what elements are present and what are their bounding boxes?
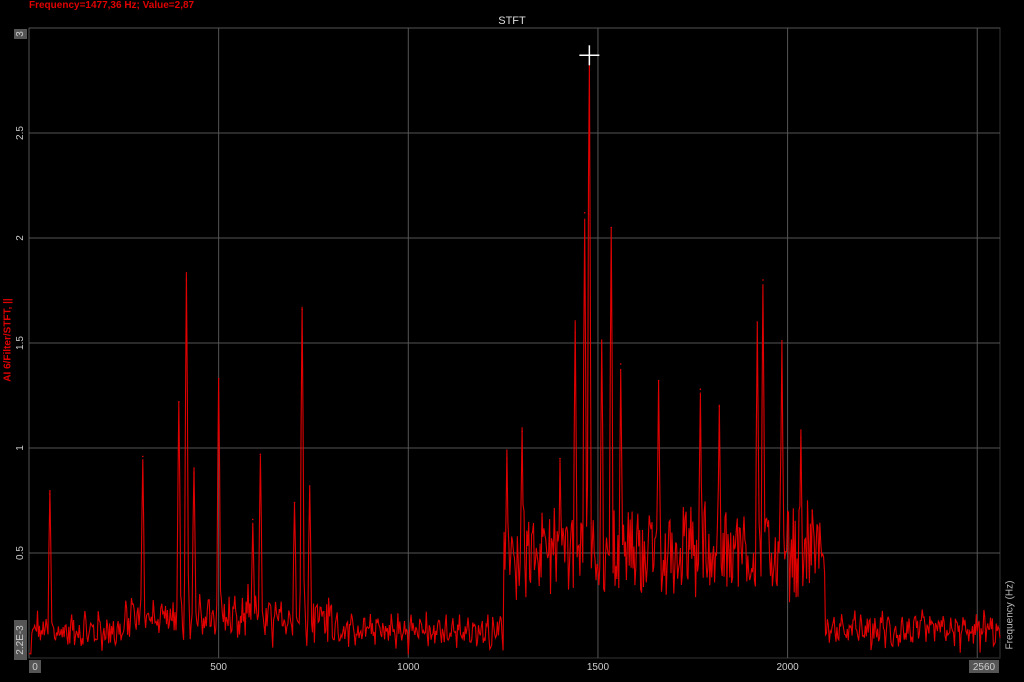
peak-point [600, 342, 603, 344]
x-tick-label: 1500 [587, 662, 610, 673]
peak-point [141, 455, 144, 458]
peak-point [583, 212, 586, 214]
peak-point [185, 279, 188, 281]
x-tick-label: 500 [210, 662, 227, 673]
peak-point [559, 457, 561, 460]
peak-point [521, 430, 523, 433]
peak-point [610, 226, 613, 229]
peak-point [619, 363, 622, 365]
x-tick-label: 2000 [776, 662, 799, 673]
peak-point [657, 380, 660, 382]
y-tick-label: 3 [15, 31, 26, 37]
peak-point [301, 308, 303, 311]
peak-point [800, 436, 802, 439]
y-tick-label: 1 [15, 445, 26, 451]
peak-point [506, 457, 508, 460]
cursor-crosshair[interactable] [579, 45, 600, 66]
stft-trace [29, 60, 1001, 655]
x-tick-label: 0 [32, 662, 38, 673]
peak-point [762, 279, 764, 281]
y-tick-label: 2 [15, 235, 26, 241]
peak-point [178, 401, 180, 403]
stft-chart[interactable]: 2.2E-3 0.5 1 1.5 2 2.5 3 0 500 1000 1500 2000 2560 [0, 0, 1024, 682]
y-tick-label: 1.5 [15, 336, 26, 350]
peak-point [699, 388, 702, 391]
peak-point [756, 321, 759, 323]
x-tick-label: 1000 [397, 662, 420, 673]
peak-point [217, 377, 220, 380]
peak-point [49, 493, 51, 496]
peak-point [259, 453, 262, 456]
x-tick-label: 2560 [973, 662, 996, 673]
peak-point [811, 510, 814, 512]
peak-point [293, 501, 296, 504]
peak-point [781, 340, 783, 342]
peak-point [718, 405, 721, 407]
peak-point [251, 518, 254, 521]
peak-point [308, 493, 311, 496]
peak-point [193, 472, 195, 475]
peak-point [574, 331, 576, 334]
y-tick-label: 2.5 [15, 126, 26, 140]
y-tick-label: 0.5 [15, 546, 26, 560]
y-tick-label: 2.2E-3 [15, 625, 26, 655]
